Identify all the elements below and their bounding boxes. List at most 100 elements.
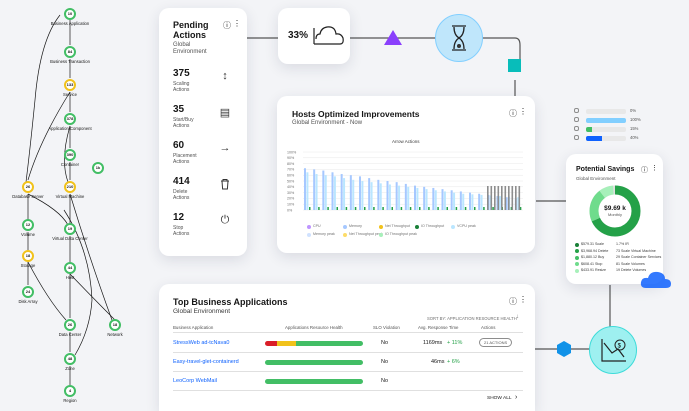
legend-swatch bbox=[343, 224, 347, 229]
checkbox[interactable] bbox=[574, 117, 579, 122]
response-time: 46ms bbox=[431, 359, 445, 365]
y-tick-label: 30% bbox=[287, 191, 295, 195]
topology-node-label: Service bbox=[63, 92, 77, 97]
topology-node[interactable]: 48 bbox=[64, 353, 76, 365]
pending-subtitle-line2: Environment bbox=[173, 49, 207, 55]
potential-savings-card: Potential Savings Global Environment ⓘ ⋮… bbox=[566, 154, 663, 284]
legend-label: VCPU peak bbox=[457, 224, 476, 228]
topology-node[interactable]: 26 bbox=[64, 319, 76, 331]
topology-node[interactable]: 24 bbox=[22, 286, 34, 298]
topology-node[interactable]: 26 bbox=[22, 181, 34, 193]
progress-percent: 15% bbox=[630, 126, 639, 131]
chart-bar bbox=[324, 175, 327, 210]
topology-node[interactable]: 18 bbox=[22, 250, 34, 262]
help-icon[interactable]: ⓘ bbox=[223, 20, 231, 31]
topology-node[interactable]: 210 bbox=[64, 181, 76, 193]
legend-label: Net Throughput bbox=[385, 224, 410, 228]
topology-node[interactable]: 19 bbox=[64, 223, 76, 235]
topology-node-label: Database Server bbox=[12, 194, 44, 199]
y-tick-label: 20% bbox=[287, 197, 295, 201]
pending-count: 12 bbox=[173, 212, 185, 223]
y-tick-label: 60% bbox=[287, 174, 295, 178]
document-icon[interactable]: ▤ bbox=[217, 106, 233, 119]
checkbox[interactable] bbox=[574, 108, 579, 113]
column-header: Avg. Response Time bbox=[418, 325, 459, 330]
app-name-link[interactable]: Easy-travel-glet-containerd bbox=[173, 359, 239, 365]
chart-bar bbox=[480, 194, 483, 210]
topology-node[interactable]: 133 bbox=[64, 79, 76, 91]
sort-arrow-icon[interactable]: ↓ bbox=[516, 314, 519, 320]
chart-bar bbox=[469, 192, 471, 210]
pending-title-line1: Pending bbox=[173, 20, 209, 30]
chart-bar bbox=[423, 186, 426, 210]
row-divider bbox=[173, 390, 523, 391]
response-delta: + 11% bbox=[447, 340, 463, 346]
filter-row[interactable]: 40% bbox=[574, 135, 644, 141]
overflow-menu-icon[interactable]: ⋮ bbox=[233, 19, 241, 28]
chart-bar bbox=[508, 186, 510, 210]
chart-bar bbox=[386, 181, 389, 210]
topology-node[interactable]: 10 bbox=[64, 8, 76, 20]
help-icon[interactable]: ⓘ bbox=[641, 165, 648, 175]
pending-subtitle-line1: Global bbox=[173, 42, 191, 48]
top-business-apps-card: Top Business Applications Global Environ… bbox=[159, 284, 535, 411]
app-name-link[interactable]: StressWeb ad-tcNava0 bbox=[173, 340, 229, 346]
checkbox[interactable] bbox=[574, 126, 579, 131]
overflow-menu-icon[interactable]: ⋮ bbox=[519, 107, 527, 116]
app-name-link[interactable]: LeoCorp WebMail bbox=[173, 378, 217, 384]
help-icon[interactable]: ⓘ bbox=[509, 108, 517, 119]
actions-button[interactable]: 21 ACTIONS bbox=[479, 338, 513, 347]
arrow-right-icon[interactable]: → bbox=[217, 142, 233, 154]
y-tick-label: 80% bbox=[287, 162, 295, 166]
chart-bar bbox=[441, 189, 444, 210]
chart-bar bbox=[336, 207, 338, 210]
topology-node-label: Container bbox=[60, 162, 80, 167]
topology-node[interactable]: 44 bbox=[64, 262, 76, 274]
chart-bar bbox=[515, 186, 517, 210]
topology-node[interactable]: 1k bbox=[92, 162, 104, 174]
progress-fill bbox=[586, 135, 602, 141]
row-divider bbox=[173, 371, 523, 372]
filter-row[interactable]: 100% bbox=[574, 117, 644, 123]
scale-arrows-icon[interactable]: ↕ bbox=[217, 70, 233, 82]
y-tick-label: 40% bbox=[287, 185, 295, 189]
column-header: SLO Violation bbox=[373, 325, 400, 330]
column-header: Actions bbox=[481, 325, 496, 330]
chart-bar bbox=[446, 207, 448, 210]
chart-bar bbox=[498, 196, 501, 210]
filter-row[interactable]: 0% bbox=[574, 108, 644, 114]
chart-bar bbox=[359, 176, 361, 210]
checkbox[interactable] bbox=[574, 135, 579, 140]
health-segment bbox=[265, 340, 277, 346]
topology-node[interactable]: 18 bbox=[109, 319, 121, 331]
chart-bar bbox=[432, 187, 435, 210]
chart-bar bbox=[414, 185, 416, 210]
chart-bar bbox=[331, 172, 334, 210]
pending-count: 35 bbox=[173, 104, 185, 115]
topology-node[interactable]: 378 bbox=[64, 113, 76, 125]
savings-item: $608.41 Stop bbox=[581, 261, 603, 266]
legend-label: IO Throughput peak bbox=[385, 232, 417, 236]
sort-dropdown[interactable]: SORT BY: APPLICATION RESOURCE HEALTH bbox=[427, 316, 517, 321]
topology-node[interactable]: 12 bbox=[22, 219, 34, 231]
column-header: Applications Resource Health bbox=[285, 325, 343, 330]
topology-node-label: Host bbox=[65, 275, 75, 280]
topology-node[interactable]: 84 bbox=[64, 46, 76, 58]
hosts-subtitle: Global Environment - Now bbox=[292, 120, 363, 126]
topology-node[interactable]: 4 bbox=[64, 385, 76, 397]
help-icon[interactable]: ⓘ bbox=[509, 296, 517, 307]
filter-row[interactable]: 15% bbox=[574, 126, 644, 132]
topology-node[interactable]: 390 bbox=[64, 149, 76, 161]
slo-violation: No bbox=[381, 359, 389, 365]
power-icon[interactable]: ⏻ bbox=[217, 214, 233, 227]
legend-label: Memory bbox=[349, 224, 362, 228]
chevron-right-icon[interactable]: › bbox=[515, 394, 517, 401]
show-all-link[interactable]: SHOW ALL bbox=[487, 396, 512, 401]
overflow-menu-icon[interactable]: ⋮ bbox=[651, 164, 658, 172]
trash-icon[interactable] bbox=[217, 178, 233, 193]
overflow-menu-icon[interactable]: ⋮ bbox=[519, 295, 527, 304]
chart-bar bbox=[462, 193, 465, 210]
chart-bar bbox=[322, 170, 325, 210]
topology-node-label: Data Center bbox=[58, 332, 82, 337]
savings-title: Potential Savings bbox=[576, 166, 635, 173]
